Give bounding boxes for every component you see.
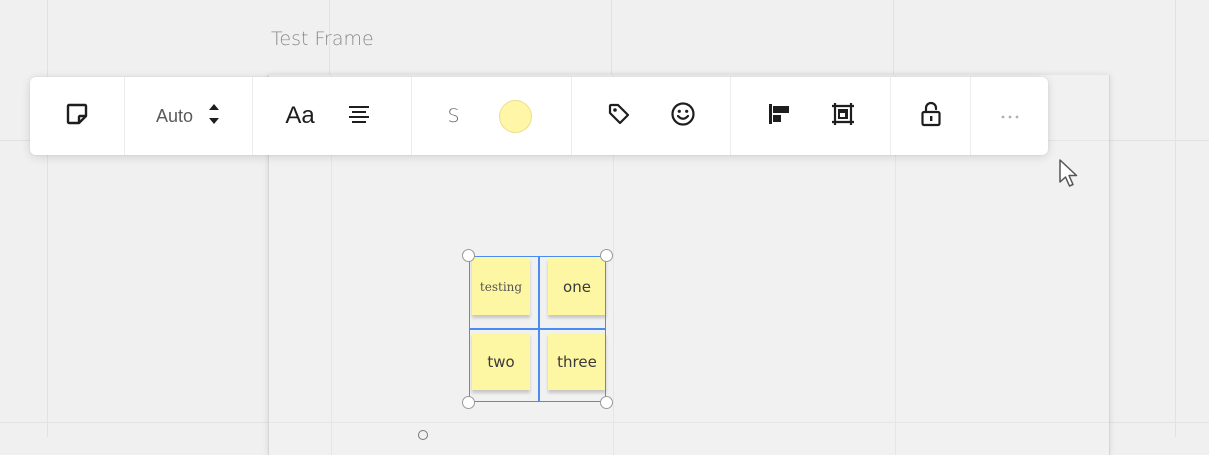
toolbar-group-text: Aa xyxy=(253,77,412,155)
toolbar-group-shape-color: S xyxy=(412,77,572,155)
sticky-note-type-button[interactable] xyxy=(57,94,97,138)
toolbar-group-more xyxy=(971,77,1048,155)
toolbar-group-arrange xyxy=(731,77,891,155)
tag-button[interactable] xyxy=(599,94,639,138)
mouse-cursor-icon xyxy=(1058,158,1080,193)
shape-size-button[interactable]: S xyxy=(447,94,495,138)
color-picker-button[interactable] xyxy=(496,94,536,138)
frame-title[interactable]: Test Frame xyxy=(271,28,374,50)
emoji-button[interactable] xyxy=(663,94,703,138)
align-top-left-icon xyxy=(767,102,791,131)
text-format-button[interactable]: Aa xyxy=(285,94,338,138)
align-button[interactable] xyxy=(759,94,799,138)
up-down-chevron-icon xyxy=(207,101,221,132)
lock-button[interactable] xyxy=(911,94,951,138)
more-options-button[interactable] xyxy=(990,94,1030,138)
frame-fit-button[interactable] xyxy=(823,94,863,138)
toolbar-group-font-size: Auto xyxy=(125,77,253,155)
sticky-note-icon xyxy=(65,102,89,131)
context-toolbar: Auto Aa S xyxy=(30,77,1048,155)
frame-fit-icon xyxy=(830,101,856,132)
resize-handle-top-left[interactable] xyxy=(462,249,475,262)
font-size-value: Auto xyxy=(155,105,194,126)
tag-icon xyxy=(607,102,631,131)
font-size-select[interactable]: Auto xyxy=(156,94,221,138)
toolbar-group-lock xyxy=(891,77,971,155)
text-format-label: Aa xyxy=(285,102,315,129)
toolbar-group-sticky xyxy=(30,77,125,155)
selection-divider-horizontal xyxy=(469,328,606,330)
resize-handle-bottom-left[interactable] xyxy=(462,396,475,409)
partial-object-marker xyxy=(418,430,428,440)
align-center-icon xyxy=(348,104,370,129)
resize-handle-bottom-right[interactable] xyxy=(600,396,613,409)
text-align-button[interactable] xyxy=(339,94,379,138)
more-icon xyxy=(1000,107,1020,125)
resize-handle-top-right[interactable] xyxy=(600,249,613,262)
shape-size-label: S xyxy=(447,105,460,127)
smiley-icon xyxy=(670,101,696,132)
lock-icon xyxy=(920,100,942,133)
toolbar-group-tag-emoji xyxy=(572,77,731,155)
color-swatch xyxy=(499,99,533,133)
